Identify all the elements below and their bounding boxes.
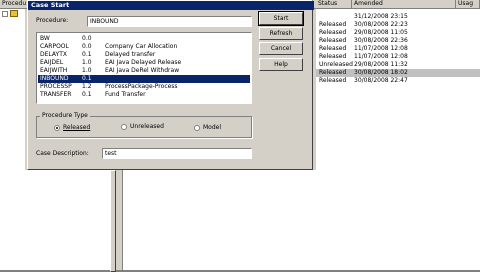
procedure-type-title: Procedure Type	[40, 112, 90, 120]
tree-collapse-icon[interactable]	[2, 11, 8, 17]
help-button[interactable]: Help	[259, 58, 303, 71]
procedure-list-item[interactable]: BW 0.0	[38, 35, 250, 43]
procedure-description: EAI Java DeRel Withdraw	[105, 67, 180, 74]
row-status: Released	[319, 69, 347, 76]
procedure-name: EAIJWITH	[40, 67, 68, 74]
procedure-version: 0.1	[82, 75, 92, 82]
procedure-label: Procedure:	[36, 17, 69, 24]
row-amended: 30/08/2008 22:36	[354, 37, 408, 44]
column-header-procedure[interactable]: Procedu	[0, 0, 30, 8]
procedure-name: DELAYTX	[40, 51, 67, 58]
dialog-title[interactable]: Case Start	[28, 1, 314, 10]
model-radio[interactable]	[194, 125, 200, 131]
procedure-input[interactable]: INBOUND	[87, 16, 252, 27]
procedure-list-item[interactable]: CARPOOL 0.0 Company Car Allocation	[38, 43, 250, 51]
row-amended: 11/07/2008 12:08	[354, 45, 408, 52]
procedure-version: 1.0	[82, 67, 92, 74]
row-amended: 30/08/2008 18:02	[354, 69, 408, 76]
folder-icon	[10, 10, 18, 17]
list-row[interactable]: 31/12/2008 23:15	[316, 13, 480, 21]
list-row[interactable]: Released 11/07/2008 12:08	[316, 53, 480, 61]
released-radio-label[interactable]: Released	[63, 124, 90, 132]
procedure-description: ProcessPackage-Process	[105, 83, 178, 90]
pane-splitter[interactable]	[110, 170, 116, 272]
row-status: Released	[319, 21, 347, 28]
list-row[interactable]: Released 30/08/2008 18:02	[316, 69, 480, 77]
cancel-button[interactable]: Cancel	[259, 42, 303, 55]
row-amended: 31/12/2008 23:15	[354, 13, 408, 20]
procedure-list-item[interactable]: TRANSFER 0.1 Fund Transfer	[38, 91, 250, 99]
procedure-description: EAI Java Delayed Release	[105, 59, 182, 66]
refresh-button[interactable]: Refresh	[259, 27, 303, 40]
unreleased-radio-label[interactable]: Unreleased	[130, 123, 164, 131]
lower-right-pane	[122, 170, 317, 270]
row-amended: 29/08/2008 11:32	[354, 61, 408, 68]
procedure-version: 0.0	[82, 43, 92, 50]
procedure-version: 0.1	[82, 51, 92, 58]
row-status: Released	[319, 77, 347, 84]
column-header-usage[interactable]: Usag	[456, 0, 480, 8]
procedure-name: PROCESSP	[40, 83, 72, 90]
lower-left-pane	[25, 170, 110, 270]
list-row[interactable]: Released 30/08/2008 22:23	[316, 21, 480, 29]
case-description-input[interactable]: test	[102, 148, 252, 159]
procedure-version: 1.0	[82, 59, 92, 66]
case-start-dialog: Case Start Procedure: INBOUND BW 0.0 CARPO…	[27, 0, 314, 170]
row-status: Released	[319, 45, 347, 52]
row-status: Released	[319, 53, 347, 60]
procedure-version: 0.0	[82, 35, 92, 42]
procedure-version: 0.1	[82, 91, 92, 98]
case-description-label: Case Description:	[36, 150, 89, 157]
row-status: Unreleased	[319, 61, 353, 68]
procedure-list-item[interactable]: DELAYTX 0.1 Delayed transfer	[38, 51, 250, 59]
row-amended: 30/08/2008 22:47	[354, 77, 408, 84]
procedure-list-item[interactable]: EAIJWITH 1.0 EAI Java DeRel Withdraw	[38, 67, 250, 75]
procedure-list[interactable]: 31/12/2008 23:15 Released 30/08/2008 22:23…	[316, 9, 480, 270]
list-row[interactable]: Released 30/08/2008 22:47	[316, 77, 480, 85]
procedure-list-item[interactable]: INBOUND 0.1	[38, 75, 250, 83]
row-status: Released	[319, 29, 347, 36]
procedure-name: CARPOOL	[40, 43, 69, 50]
procedure-name: TRANSFER	[40, 91, 72, 98]
start-button[interactable]: Start	[258, 11, 304, 26]
list-row[interactable]: Released 11/07/2008 12:08	[316, 45, 480, 53]
list-row[interactable]: Released 29/08/2008 11:05	[316, 29, 480, 37]
procedure-version: 1.2	[82, 83, 92, 90]
column-header-amended[interactable]: Amended	[352, 0, 456, 8]
list-row[interactable]: Unreleased 29/08/2008 11:32	[316, 61, 480, 69]
procedure-name: INBOUND	[40, 75, 69, 82]
procedure-name: EAIJDEL	[40, 59, 64, 66]
procedure-description: Fund Transfer	[105, 91, 146, 98]
column-header-status[interactable]: Status	[316, 0, 352, 8]
row-status: Released	[319, 37, 347, 44]
procedure-list-item[interactable]: PROCESSP 1.2 ProcessPackage-Process	[38, 83, 250, 91]
model-radio-label[interactable]: Model	[203, 124, 221, 132]
procedure-name: BW	[40, 35, 50, 42]
unreleased-radio[interactable]	[121, 124, 127, 130]
procedure-listbox[interactable]: BW 0.0 CARPOOL 0.0 Company Car Allocation DEL…	[36, 32, 252, 104]
procedure-list-item[interactable]: EAIJDEL 1.0 EAI Java Delayed Release	[38, 59, 250, 67]
row-amended: 11/07/2008 12:08	[354, 53, 408, 60]
procedure-description: Delayed transfer	[105, 51, 156, 58]
row-amended: 30/08/2008 22:23	[354, 21, 408, 28]
list-row[interactable]: Released 30/08/2008 22:36	[316, 37, 480, 45]
row-amended: 29/08/2008 11:05	[354, 29, 408, 36]
procedure-tree[interactable]	[0, 9, 25, 270]
released-radio[interactable]	[54, 125, 60, 131]
procedure-description: Company Car Allocation	[105, 43, 178, 50]
